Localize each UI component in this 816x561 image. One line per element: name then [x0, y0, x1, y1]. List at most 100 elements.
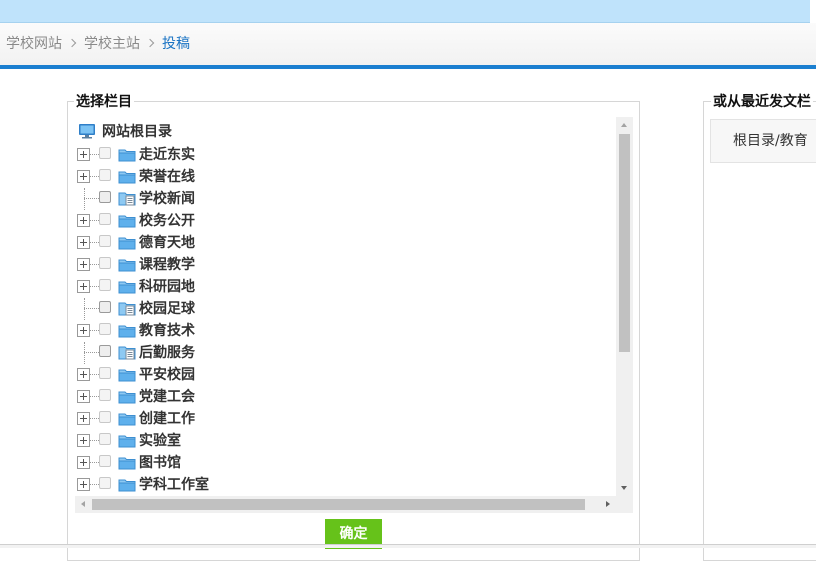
tree-row-label[interactable]: 学科工作室 — [139, 475, 209, 495]
expand-plus-icon[interactable] — [77, 236, 90, 249]
tree-row-label[interactable]: 科研园地 — [139, 277, 195, 297]
top-strip-edge — [810, 0, 816, 23]
tree-row-label[interactable]: 走近东实 — [139, 145, 195, 165]
scroll-right-button[interactable] — [599, 496, 616, 513]
expand-plus-icon[interactable] — [77, 214, 90, 227]
tree-row-label[interactable]: 创建工作 — [139, 409, 195, 429]
expand-plus-icon[interactable] — [77, 148, 90, 161]
tree-row[interactable]: 学科工作室 — [77, 474, 617, 496]
folder-icon — [118, 169, 136, 184]
tree-row[interactable]: 党建工会 — [77, 386, 617, 408]
scroll-left-button[interactable] — [75, 496, 92, 513]
tree-row[interactable]: 德育天地 — [77, 232, 617, 254]
row-checkbox[interactable] — [99, 301, 111, 313]
tree-row-label[interactable]: 学校新闻 — [139, 189, 195, 209]
tree-row[interactable]: 平安校园 — [77, 364, 617, 386]
row-checkbox[interactable] — [99, 411, 111, 423]
expand-plus-icon[interactable] — [77, 258, 90, 271]
tree-row-label[interactable]: 校务公开 — [139, 211, 195, 231]
vertical-scrollbar[interactable] — [616, 117, 633, 496]
tree-row-label[interactable]: 党建工会 — [139, 387, 195, 407]
tree-row[interactable]: 课程教学 — [77, 254, 617, 276]
tree-connector — [90, 242, 99, 243]
tree-row[interactable]: 创建工作 — [77, 408, 617, 430]
tree-row-label[interactable]: 平安校园 — [139, 365, 195, 385]
tree-row[interactable]: 科研园地 — [77, 276, 617, 298]
tree-connector — [84, 198, 99, 199]
tree-row[interactable]: 学校新闻 — [77, 188, 617, 210]
tree-row[interactable]: 走近东实 — [77, 144, 617, 166]
expand-plus-icon[interactable] — [77, 170, 90, 183]
tree-connector — [90, 176, 99, 177]
breadcrumb-main-site[interactable]: 学校主站 — [84, 33, 140, 53]
arrow-right-icon — [606, 501, 610, 507]
tree-connector — [84, 342, 85, 364]
vertical-scroll-thumb[interactable] — [619, 134, 630, 352]
row-checkbox[interactable] — [99, 191, 111, 203]
tree-row[interactable]: 实验室 — [77, 430, 617, 452]
bottom-rule — [0, 544, 816, 548]
tree-row-label[interactable]: 实验室 — [139, 431, 181, 451]
expand-plus-icon[interactable] — [77, 434, 90, 447]
expand-plus-icon[interactable] — [77, 412, 90, 425]
tree-connector — [90, 154, 99, 155]
row-checkbox[interactable] — [99, 169, 111, 181]
horizontal-scroll-thumb[interactable] — [92, 499, 585, 510]
page-icon — [118, 301, 136, 316]
row-checkbox[interactable] — [99, 323, 111, 335]
row-checkbox[interactable] — [99, 433, 111, 445]
expand-plus-icon[interactable] — [77, 368, 90, 381]
tree-row[interactable]: 荣誉在线 — [77, 166, 617, 188]
tree-row[interactable]: 教育技术 — [77, 320, 617, 342]
tree-row-label[interactable]: 后勤服务 — [139, 343, 195, 363]
tree-root[interactable]: 网站根目录 — [78, 120, 172, 142]
row-checkbox[interactable] — [99, 345, 111, 357]
row-checkbox[interactable] — [99, 257, 111, 269]
scroll-corner — [616, 496, 633, 513]
tree-row-label[interactable]: 校园足球 — [139, 299, 195, 319]
tree-row-label[interactable]: 荣誉在线 — [139, 167, 195, 187]
column-tree: 网站根目录 走近东实 荣誉在线 学校新闻 校务公开 德育天地 课程教学 科研园地 校园足球 教育… — [75, 117, 634, 513]
tree-row[interactable]: 图书馆 — [77, 452, 617, 474]
chevron-right-icon — [67, 38, 77, 48]
row-checkbox[interactable] — [99, 147, 111, 159]
tree-row-label[interactable]: 图书馆 — [139, 453, 181, 473]
tree-row-label[interactable]: 德育天地 — [139, 233, 195, 253]
tree-row-label[interactable]: 课程教学 — [139, 255, 195, 275]
top-strip — [0, 0, 816, 23]
tree-connector — [90, 396, 99, 397]
recent-column-item[interactable]: 根目录/教育 — [710, 119, 816, 163]
row-checkbox[interactable] — [99, 213, 111, 225]
arrow-up-icon — [621, 123, 627, 127]
expand-plus-icon[interactable] — [77, 456, 90, 469]
tree-row-label[interactable]: 教育技术 — [139, 321, 195, 341]
expand-plus-icon[interactable] — [77, 324, 90, 337]
horizontal-scrollbar[interactable] — [75, 496, 616, 513]
arrow-down-icon — [621, 486, 627, 490]
row-checkbox[interactable] — [99, 235, 111, 247]
page-icon — [118, 345, 136, 360]
row-checkbox[interactable] — [99, 455, 111, 467]
scroll-down-button[interactable] — [616, 479, 633, 496]
tree-row[interactable]: 校务公开 — [77, 210, 617, 232]
tree-connector — [84, 298, 85, 320]
tree-row[interactable]: 校园足球 — [77, 298, 617, 320]
row-checkbox[interactable] — [99, 477, 111, 489]
breadcrumb-school-site[interactable]: 学校网站 — [6, 33, 62, 53]
row-checkbox[interactable] — [99, 389, 111, 401]
tree-connector — [90, 484, 99, 485]
tree-connector — [90, 418, 99, 419]
expand-plus-icon[interactable] — [77, 478, 90, 491]
column-select-title: 选择栏目 — [74, 94, 134, 110]
page-icon — [118, 191, 136, 206]
scroll-up-button[interactable] — [616, 117, 633, 134]
row-checkbox[interactable] — [99, 279, 111, 291]
breadcrumb-submit[interactable]: 投稿 — [162, 33, 190, 53]
tree-row[interactable]: 后勤服务 — [77, 342, 617, 364]
expand-plus-icon[interactable] — [77, 390, 90, 403]
tree-connector — [90, 286, 99, 287]
tree-connector — [90, 264, 99, 265]
expand-plus-icon[interactable] — [77, 280, 90, 293]
breadcrumb: 学校网站 学校主站 投稿 — [6, 33, 190, 53]
row-checkbox[interactable] — [99, 367, 111, 379]
